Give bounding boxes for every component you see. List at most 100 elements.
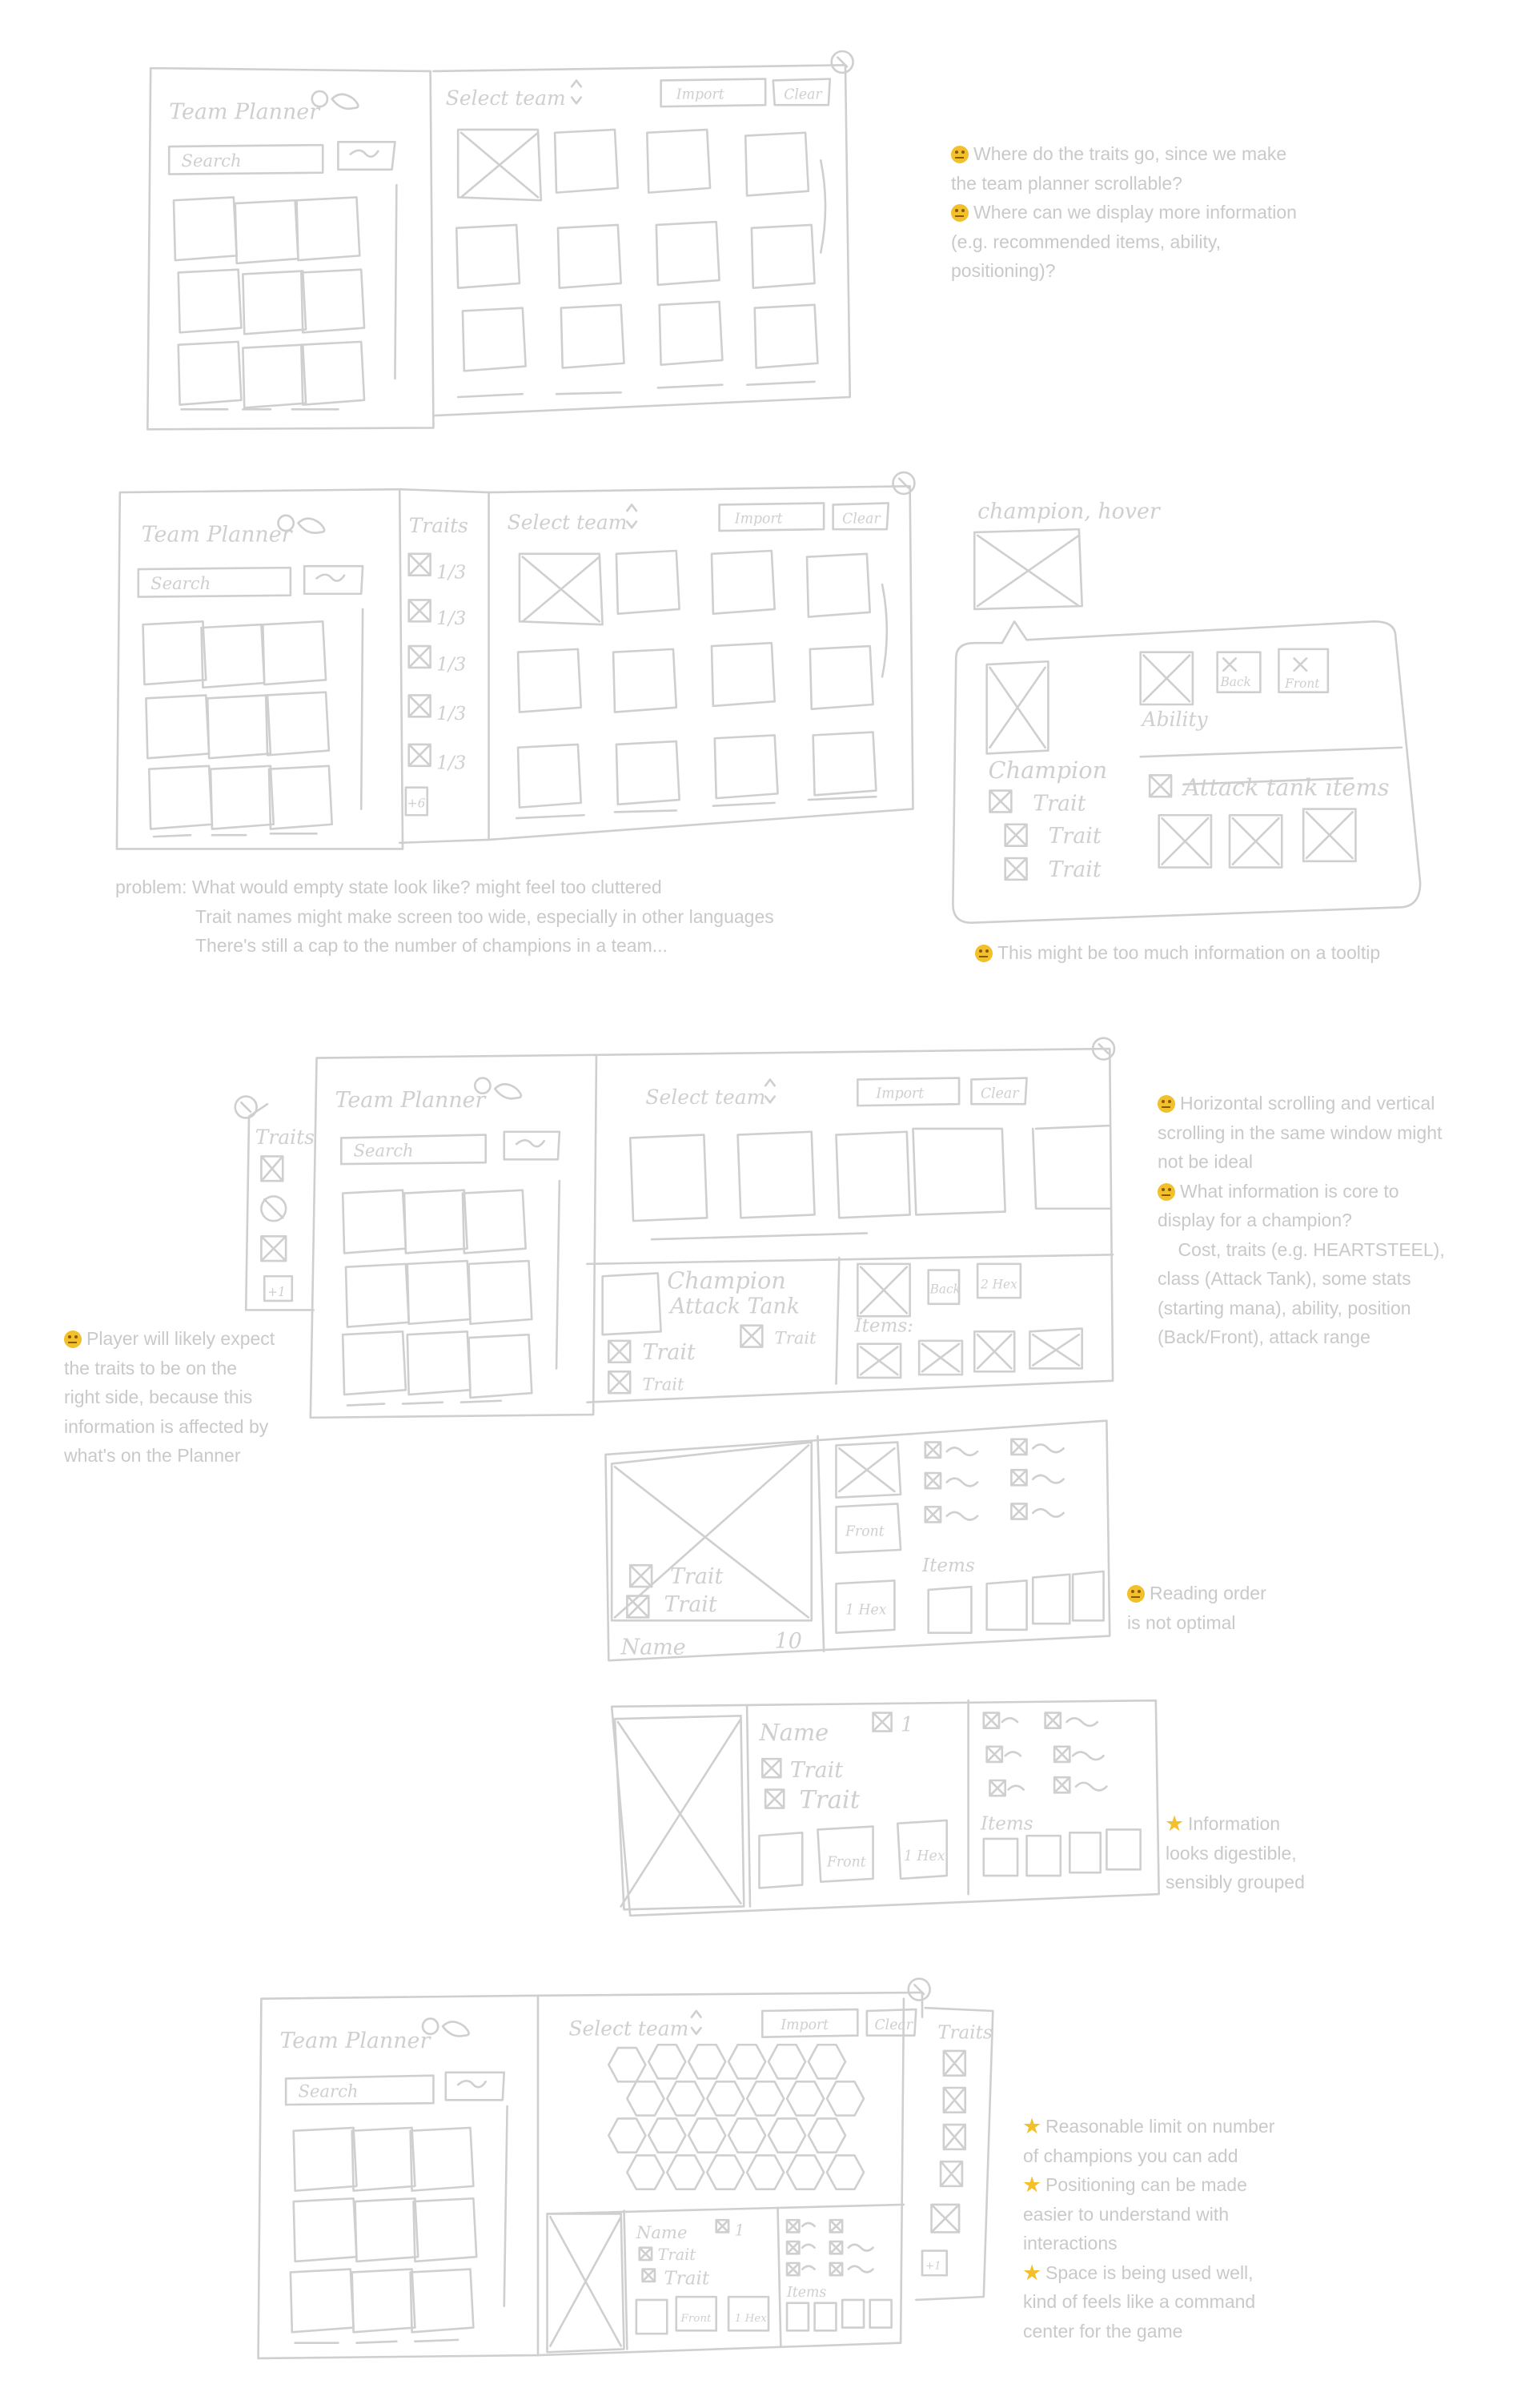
note-player-expect: Player will likely expect the traits to … — [64, 1324, 275, 1471]
trait-count: 1/3 — [436, 655, 466, 676]
name-label-6: Name — [636, 2222, 688, 2242]
select-team-label-6: Select team — [568, 2017, 688, 2041]
attack-tank-label: Attack Tank — [668, 1294, 800, 1318]
note-line: is not optimal — [1127, 1611, 1236, 1633]
note-line: Space is being used well, — [1045, 2262, 1254, 2283]
note-line: Where do the traits go, since we make — [973, 143, 1287, 164]
trait-label-4: Trait — [670, 1564, 723, 1589]
range-label: 2 Hex — [980, 1278, 1017, 1292]
note-problem: problem: What would empty state look lik… — [115, 873, 774, 961]
note-line: not be ideal — [1158, 1151, 1253, 1172]
note-line: What information is core to — [1180, 1180, 1399, 1202]
name-cost-6: 1 — [735, 2221, 744, 2239]
traits-label-6: Traits — [937, 2023, 993, 2044]
clear-button-2: Clear — [842, 511, 881, 527]
thinking-face-icon — [1127, 1585, 1145, 1603]
trait-label-4: Trait — [664, 1592, 716, 1617]
name-cost-5: 1 — [901, 1713, 913, 1736]
note-line: easier to understand with — [1023, 2203, 1229, 2225]
front-label-6: Front — [680, 2313, 712, 2325]
note-line: Trait names might make screen too wide, … — [195, 905, 774, 927]
clear-button: Clear — [784, 87, 823, 103]
planner-title-6: Team Planner — [279, 2029, 431, 2053]
search-label-3: Search — [354, 1140, 414, 1160]
thinking-face-icon — [64, 1330, 82, 1348]
note-line: problem: What would empty state look lik… — [115, 877, 662, 897]
note-line: Information — [1188, 1813, 1281, 1834]
note-tooltip: This might be too much information on a … — [975, 938, 1380, 968]
name-label-5: Name — [758, 1719, 829, 1746]
note-line: information is affected by — [64, 1415, 269, 1437]
more-badge-6: +1 — [925, 2261, 941, 2273]
sketch-4-detail-card: Trait Trait Name 10 Front 1 Hex Items — [605, 1421, 1110, 1661]
note-line: looks digestible, — [1166, 1842, 1297, 1864]
range-label-5: 1 Hex — [904, 1848, 945, 1864]
note-line: Player will likely expect — [86, 1328, 275, 1349]
hex-board — [608, 2045, 864, 2189]
range-label-6: 1 Hex — [735, 2313, 767, 2325]
note-line: Horizontal scrolling and vertical — [1180, 1093, 1435, 1114]
select-team-label-2: Select team — [508, 511, 628, 534]
traits-label-3: Traits — [255, 1126, 315, 1149]
name-cost-4: 10 — [775, 1629, 802, 1654]
trait-count: 1/3 — [436, 753, 466, 774]
note-line: right side, because this — [64, 1387, 253, 1407]
note-traits-question: Where do the traits go, since we make th… — [951, 139, 1297, 286]
note-line: center for the game — [1023, 2320, 1183, 2342]
items-label-4: Items — [921, 1555, 975, 1576]
note-line: class (Attack Tank), some stats — [1158, 1268, 1411, 1289]
range-label-4: 1 Hex — [845, 1603, 887, 1619]
trait-more: +6 — [407, 797, 426, 811]
import-button-3: Import — [875, 1086, 924, 1102]
note-line: interactions — [1023, 2233, 1118, 2253]
planner-title-3: Team Planner — [335, 1088, 488, 1113]
note-line: (Back/Front), attack range — [1158, 1326, 1370, 1347]
trait-label: Trait — [1033, 791, 1086, 816]
front-label: Front — [1284, 676, 1320, 691]
note-line: Positioning can be made — [1045, 2174, 1247, 2195]
traits-label: Traits — [409, 514, 468, 537]
champion-hover-label: champion, hover — [977, 500, 1162, 524]
items-label-5: Items — [980, 1813, 1033, 1834]
trait-label-3: Trait — [643, 1340, 696, 1365]
note-line: of champions you can add — [1023, 2145, 1238, 2166]
sketch-1-planner: Team Planner Search Select team Import C… — [147, 51, 853, 429]
thinking-face-icon — [951, 204, 969, 222]
thinking-face-icon — [951, 146, 969, 163]
note-line: sensibly grouped — [1166, 1872, 1305, 1892]
note-line: display for a champion? — [1158, 1210, 1352, 1230]
note-line: (starting mana), ability, position — [1158, 1297, 1411, 1318]
trait-label: Trait — [1048, 857, 1101, 882]
note-line: the team planner scrollable? — [951, 172, 1182, 194]
note-line: This might be too much information on a … — [997, 942, 1381, 963]
star-icon — [1022, 2171, 1041, 2201]
note-line: There's still a cap to the number of cha… — [195, 935, 668, 956]
sketch-5-detail-card: Name 1 Trait Trait Front 1 Hex Items — [612, 1700, 1159, 1916]
select-team-label: Select team — [446, 86, 566, 110]
note-reading-order: Reading order is not optimal — [1127, 1579, 1266, 1637]
note-line: Where can we display more information — [973, 202, 1297, 223]
clear-button-3: Clear — [981, 1086, 1020, 1102]
champion-label-3: Champion — [667, 1267, 786, 1294]
clear-button-6: Clear — [874, 2017, 913, 2033]
note-line: kind of feels like a command — [1023, 2291, 1256, 2312]
trait-count: 1/3 — [436, 608, 466, 629]
trait-label-5: Trait — [790, 1758, 843, 1783]
search-label-6: Search — [298, 2081, 358, 2101]
planner-title: Team Planner — [169, 99, 321, 124]
note-line: Cost, traits (e.g. HEARTSTEEL), — [1158, 1238, 1445, 1260]
search-label-2: Search — [150, 573, 211, 593]
planner-title-2: Team Planner — [142, 522, 294, 547]
star-icon — [1165, 1810, 1184, 1840]
note-line: positioning)? — [951, 260, 1056, 281]
star-icon — [1022, 2113, 1041, 2142]
note-command-center: Reasonable limit on number of champions … — [1022, 2112, 1274, 2346]
note-line: what's on the Planner — [64, 1445, 241, 1466]
back-label: Back — [1219, 675, 1250, 689]
note-digestible: Information looks digestible, sensibly g… — [1165, 1809, 1305, 1897]
trait-count: 1/3 — [436, 704, 466, 724]
thinking-face-icon — [1158, 1095, 1175, 1113]
back-label-3: Back — [929, 1282, 961, 1296]
trait-label-3: Trait — [643, 1374, 685, 1394]
trait-count: 1/3 — [436, 563, 466, 584]
